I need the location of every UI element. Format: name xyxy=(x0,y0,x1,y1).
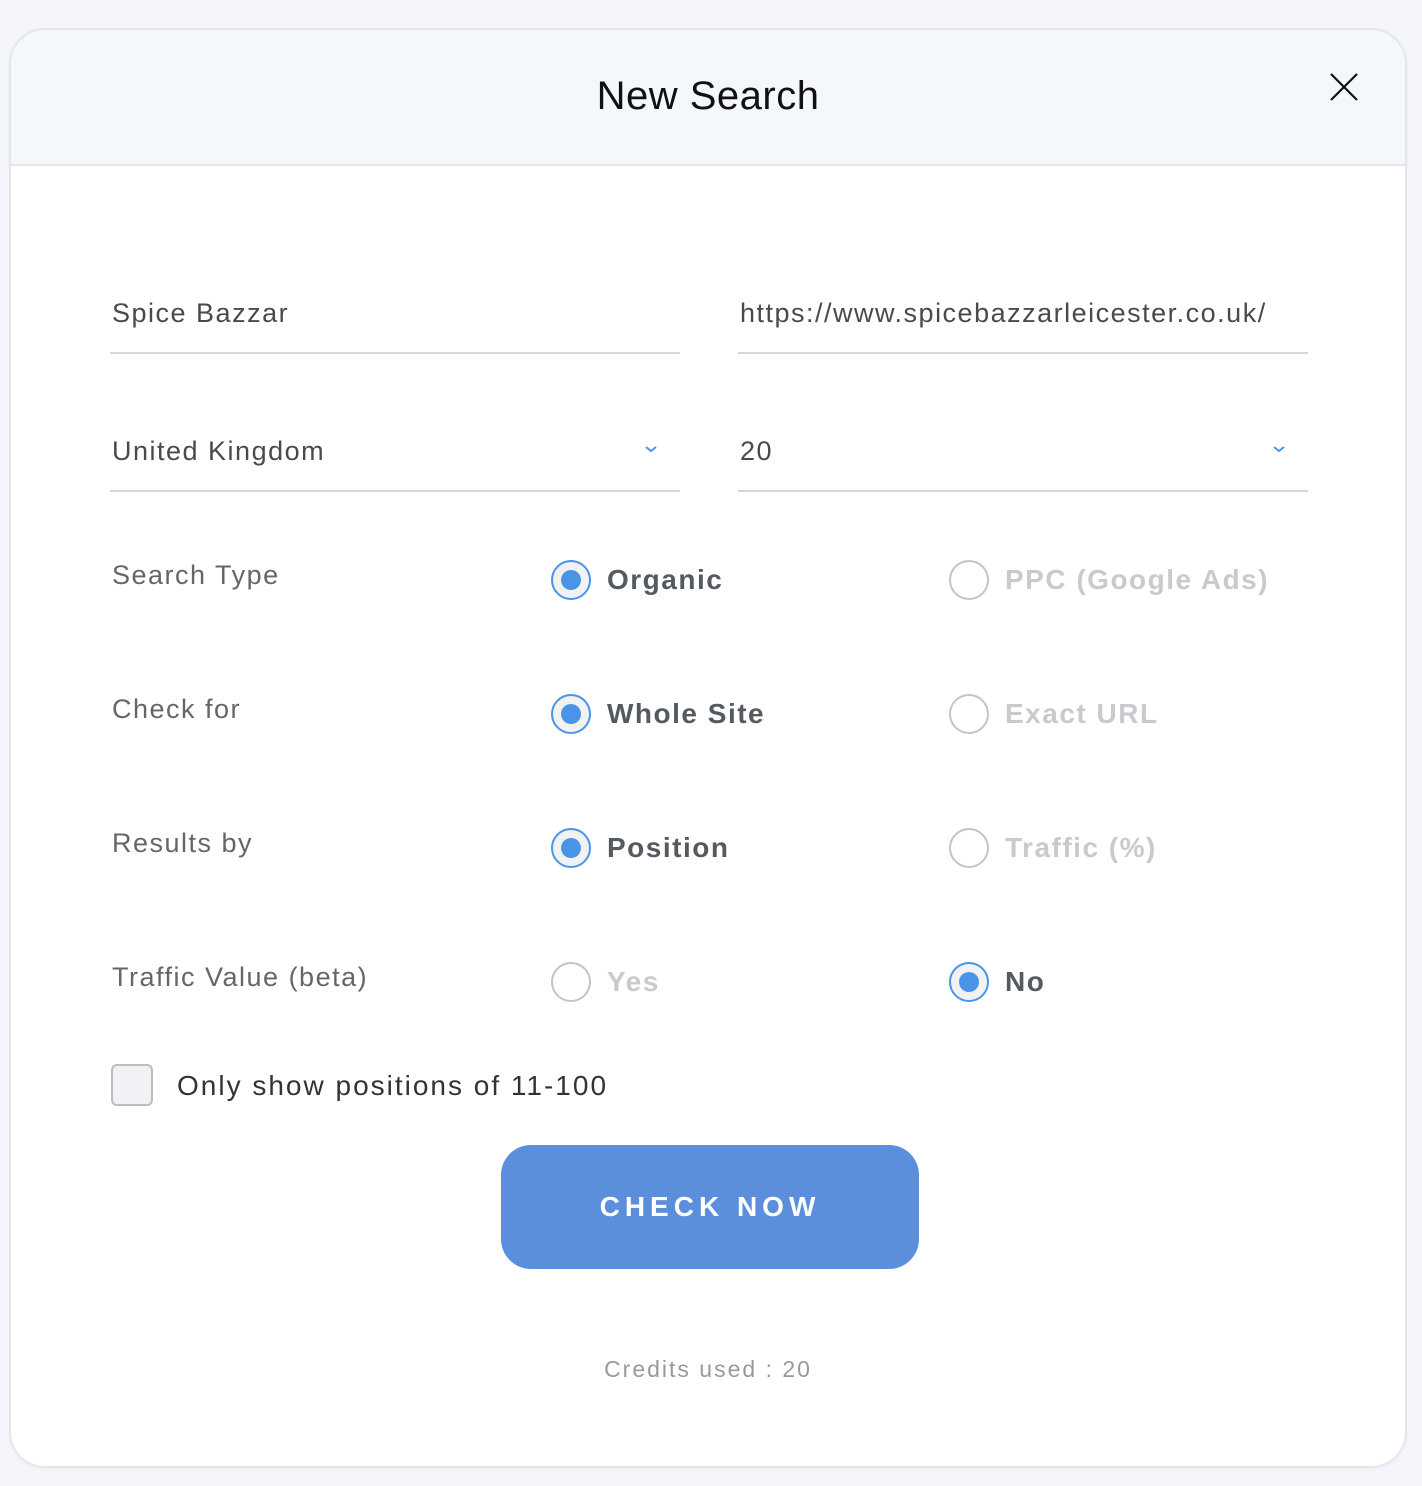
country-select[interactable]: United Kingdom xyxy=(110,422,680,492)
name-input-value: Spice Bazzar xyxy=(112,298,290,328)
radio-label: Position xyxy=(607,832,730,863)
radio-circle xyxy=(551,694,591,734)
radio-yes[interactable]: Yes xyxy=(551,962,660,1002)
radio-traffic[interactable]: Traffic (%) xyxy=(949,828,1157,868)
count-select[interactable]: 20 xyxy=(738,422,1308,492)
radio-label: Traffic (%) xyxy=(1005,832,1157,863)
country-select-value: United Kingdom xyxy=(112,436,326,466)
count-select-value: 20 xyxy=(740,436,774,466)
radio-circle xyxy=(949,560,989,600)
url-input[interactable]: https://www.spicebazzarleicester.co.uk/ xyxy=(738,284,1308,354)
only-positions-label: Only show positions of 11-100 xyxy=(177,1070,609,1101)
close-button[interactable] xyxy=(1327,70,1361,104)
radio-label: Whole Site xyxy=(607,698,766,729)
radio-organic[interactable]: Organic xyxy=(551,560,723,600)
check-now-button[interactable]: CHECK NOW xyxy=(501,1145,919,1269)
radio-circle xyxy=(949,694,989,734)
traffic-value-label: Traffic Value (beta) xyxy=(112,962,369,992)
radio-exact-url[interactable]: Exact URL xyxy=(949,694,1159,734)
radio-circle xyxy=(551,962,591,1002)
new-search-modal: New Search Spice Bazzar https://www.spic… xyxy=(9,28,1407,1468)
radio-label: Organic xyxy=(607,564,724,595)
name-input[interactable]: Spice Bazzar xyxy=(110,284,680,354)
radio-ppc[interactable]: PPC (Google Ads) xyxy=(949,560,1269,600)
radio-circle xyxy=(551,828,591,868)
radio-no[interactable]: No xyxy=(949,962,1045,1002)
url-input-value: https://www.spicebazzarleicester.co.uk/ xyxy=(740,298,1267,328)
radio-label: Yes xyxy=(607,966,660,997)
radio-position[interactable]: Position xyxy=(551,828,729,868)
modal-title: New Search xyxy=(596,74,820,118)
radio-circle xyxy=(949,828,989,868)
radio-circle xyxy=(949,962,989,1002)
search-type-label: Search Type xyxy=(112,560,280,590)
credits-used-text: Credits used : 20 xyxy=(604,1356,812,1382)
radio-label: PPC (Google Ads) xyxy=(1005,564,1270,595)
radio-whole-site[interactable]: Whole Site xyxy=(551,694,765,734)
radio-circle xyxy=(551,560,591,600)
chevron-down-icon xyxy=(1273,446,1285,453)
radio-label: No xyxy=(1005,966,1046,997)
only-positions-checkbox[interactable] xyxy=(111,1064,153,1106)
results-by-label: Results by xyxy=(112,828,254,858)
chevron-down-icon xyxy=(645,446,657,453)
close-icon xyxy=(1330,73,1358,101)
check-for-label: Check for xyxy=(112,694,242,724)
radio-label: Exact URL xyxy=(1005,698,1159,729)
modal-header: New Search xyxy=(11,30,1405,166)
